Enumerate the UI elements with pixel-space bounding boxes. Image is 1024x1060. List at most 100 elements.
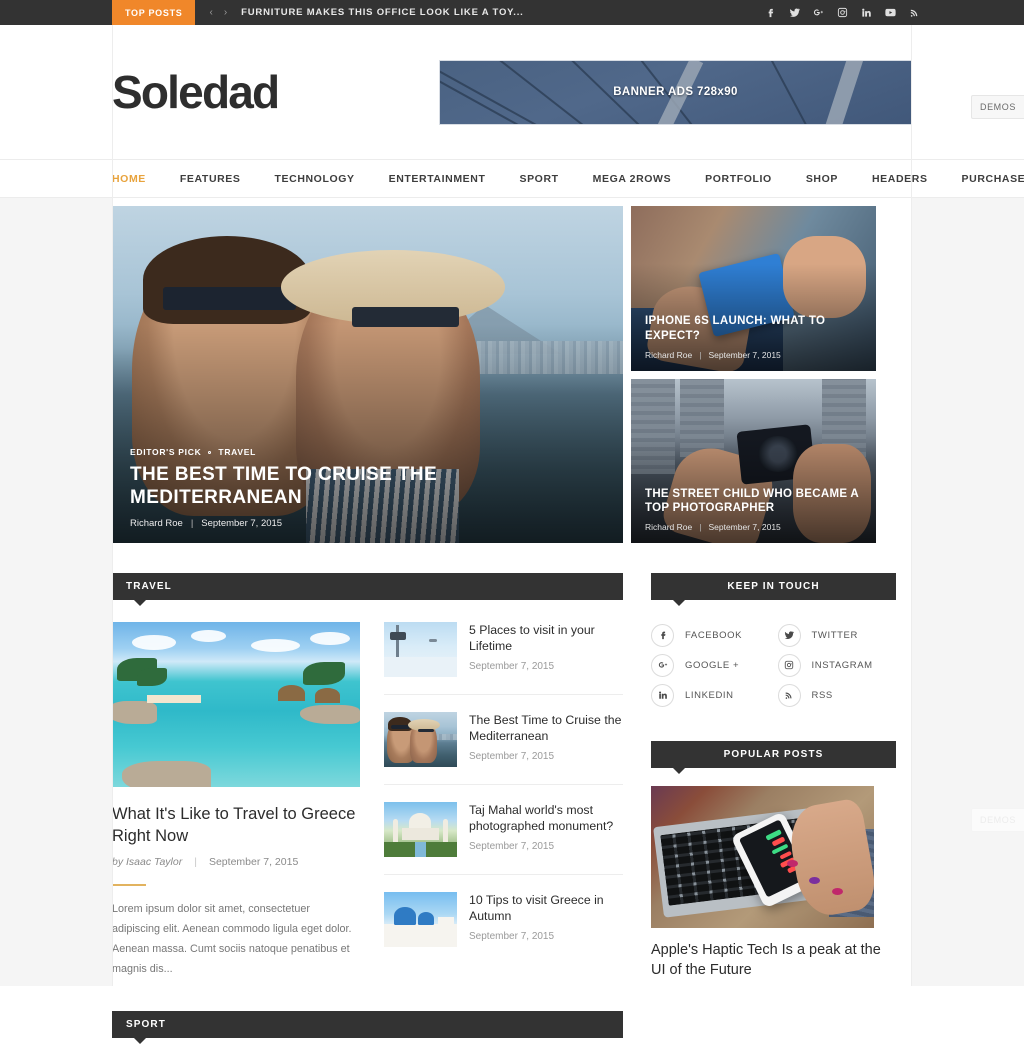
hero-category-travel[interactable]: TRAVEL [218, 447, 256, 457]
instagram-icon [777, 653, 801, 677]
travel-featured-title[interactable]: What It's Like to Travel to Greece Right… [112, 803, 360, 847]
nav-item-technology[interactable]: TECHNOLOGY [275, 173, 355, 185]
hero-card-photographer-byline: Richard Roe | September 7, 2015 [645, 522, 862, 532]
list-item-title[interactable]: Taj Mahal world's most photographed monu… [469, 802, 623, 834]
byline-separator: | [699, 522, 702, 532]
twitter-icon [777, 623, 801, 647]
list-item[interactable]: The Best Time to Cruise the Mediterranea… [384, 712, 623, 785]
hero-card-photographer-title[interactable]: THE STREET CHILD WHO BECAME A TOP PHOTOG… [645, 487, 862, 516]
hero-category-editors-pick[interactable]: EDITOR'S PICK [130, 447, 201, 457]
linkedin-icon[interactable] [861, 7, 872, 18]
page-root: TOP POSTS ‹ › FURNITURE MAKES THIS OFFIC… [0, 0, 1024, 1060]
list-item[interactable]: 10 Tips to visit Greece in Autumn Septem… [384, 892, 623, 947]
list-item-date: September 7, 2015 [469, 751, 555, 763]
nav-item-entertainment[interactable]: ENTERTAINMENT [389, 173, 486, 185]
social-label-facebook: FACEBOOK [685, 629, 743, 641]
twitter-icon[interactable] [789, 7, 800, 18]
top-posts-nav-arrows[interactable]: ‹ › [195, 0, 241, 25]
google-plus-icon[interactable] [813, 7, 824, 18]
nav-item-portfolio[interactable]: PORTFOLIO [705, 173, 772, 185]
nav-item-sport[interactable]: SPORT [519, 173, 558, 185]
laptop-phone-photo [651, 786, 874, 928]
prev-arrow-icon[interactable]: ‹ [209, 7, 212, 18]
hero-card-photographer-date: September 7, 2015 [708, 522, 781, 532]
rss-icon[interactable] [909, 7, 920, 18]
list-item-title[interactable]: 10 Tips to visit Greece in Autumn [469, 892, 623, 924]
byline-separator: | [699, 349, 702, 360]
nav-item-features[interactable]: FEATURES [180, 173, 241, 185]
rss-icon [777, 683, 801, 707]
byline-separator: | [190, 518, 194, 529]
social-link-rss[interactable]: RSS [777, 680, 897, 710]
hero-main-byline: Richard Roe | September 7, 2015 [130, 518, 605, 529]
nav-item-mega-2rows[interactable]: MEGA 2ROWS [593, 173, 672, 185]
hero-card-iphone-author[interactable]: Richard Roe [645, 350, 692, 360]
banner-ad[interactable]: BANNER ADS 728x90 [439, 59, 912, 125]
ski-lift-photo [384, 622, 457, 677]
list-item-body: The Best Time to Cruise the Mediterranea… [469, 712, 623, 767]
list-item-date: September 7, 2015 [469, 841, 555, 853]
hero-main-author[interactable]: Richard Roe [130, 518, 183, 529]
social-label-instagram: INSTAGRAM [811, 659, 873, 671]
social-link-instagram[interactable]: INSTAGRAM [777, 650, 897, 680]
top-bar: TOP POSTS ‹ › FURNITURE MAKES THIS OFFIC… [0, 0, 1024, 25]
widget-header-popular-posts: POPULAR POSTS [651, 741, 896, 774]
main-column: TRAVEL What It's Like to Travel to Greec… [112, 573, 623, 1060]
facebook-icon[interactable] [765, 7, 776, 18]
list-item-thumbnail[interactable] [384, 802, 457, 857]
hero-main-article[interactable]: EDITOR'S PICK TRAVEL THE BEST TIME TO CR… [112, 206, 623, 543]
section-header-sport[interactable]: SPORT [112, 1011, 623, 1045]
social-label-rss: RSS [811, 689, 833, 701]
sidebar: KEEP IN TOUCH FACEBOOK TWITTER GOOGLE + [651, 573, 896, 980]
nav-item-shop[interactable]: SHOP [806, 173, 838, 185]
travel-post-list: 5 Places to visit in your Lifetime Septe… [384, 622, 623, 980]
hero-card-photographer-author[interactable]: Richard Roe [645, 522, 692, 532]
nav-item-purchase[interactable]: PURCHASE [962, 173, 1024, 185]
hero-card-iphone-title[interactable]: IPHONE 6S LAUNCH: WHAT TO EXPECT? [645, 314, 862, 343]
instagram-icon[interactable] [837, 7, 848, 18]
demos-tab-bottom[interactable]: DEMOS [970, 808, 1024, 832]
travel-featured-article[interactable]: What It's Like to Travel to Greece Right… [112, 622, 360, 980]
list-item-body: 5 Places to visit in your Lifetime Septe… [469, 622, 623, 677]
hero-card-photographer[interactable]: THE STREET CHILD WHO BECAME A TOP PHOTOG… [631, 378, 876, 543]
social-link-google-plus[interactable]: GOOGLE + [651, 650, 770, 680]
travel-featured-author[interactable]: by Isaac Taylor [112, 856, 182, 868]
popular-post-title[interactable]: Apple's Haptic Tech Is a peak at the UI … [651, 941, 896, 980]
section-header-travel[interactable]: TRAVEL [112, 573, 623, 606]
next-arrow-icon[interactable]: › [224, 7, 227, 18]
social-link-twitter[interactable]: TWITTER [777, 620, 897, 650]
top-post-headline-link[interactable]: FURNITURE MAKES THIS OFFICE LOOK LIKE A … [241, 0, 523, 25]
hero-main-date: September 7, 2015 [201, 518, 283, 529]
list-item-title[interactable]: The Best Time to Cruise the Mediterranea… [469, 712, 623, 744]
popular-post-image[interactable] [651, 786, 874, 928]
youtube-icon[interactable] [885, 7, 896, 18]
nav-item-headers[interactable]: HEADERS [872, 173, 928, 185]
social-label-google-plus: GOOGLE + [685, 659, 740, 671]
list-item-thumbnail[interactable] [384, 712, 457, 767]
greece-church-photo [384, 892, 457, 947]
accent-divider [112, 884, 146, 887]
hero-card-iphone[interactable]: IPHONE 6S LAUNCH: WHAT TO EXPECT? Richar… [631, 206, 876, 371]
site-logo[interactable]: Soledad [112, 69, 280, 115]
nav-item-home[interactable]: HOME [112, 173, 146, 185]
list-item-thumbnail[interactable] [384, 892, 457, 947]
list-item[interactable]: 5 Places to visit in your Lifetime Septe… [384, 622, 623, 695]
beach-photo [112, 622, 360, 787]
travel-featured-image[interactable] [112, 622, 360, 787]
widget-title-popular-posts: POPULAR POSTS [723, 749, 824, 760]
social-label-twitter: TWITTER [811, 629, 858, 641]
travel-featured-date: September 7, 2015 [208, 856, 299, 869]
content-area: TRAVEL What It's Like to Travel to Greec… [0, 543, 1024, 1060]
social-link-linkedin[interactable]: LINKEDIN [651, 680, 770, 710]
hero-card-photographer-text: THE STREET CHILD WHO BECAME A TOP PHOTOG… [645, 487, 862, 532]
list-item-thumbnail[interactable] [384, 622, 457, 677]
list-item-title[interactable]: 5 Places to visit in your Lifetime [469, 622, 623, 654]
list-item[interactable]: Taj Mahal world's most photographed monu… [384, 802, 623, 875]
demos-tab-top[interactable]: DEMOS [970, 95, 1024, 119]
social-link-facebook[interactable]: FACEBOOK [651, 620, 770, 650]
travel-section-body: What It's Like to Travel to Greece Right… [112, 622, 623, 980]
hero-main-title[interactable]: THE BEST TIME TO CRUISE THE MEDITERRANEA… [130, 464, 605, 510]
taj-mahal-photo [384, 802, 457, 857]
travel-featured-excerpt: Lorem ipsum dolor sit amet, consectetuer… [112, 903, 352, 976]
hero-section: EDITOR'S PICK TRAVEL THE BEST TIME TO CR… [0, 198, 1024, 543]
